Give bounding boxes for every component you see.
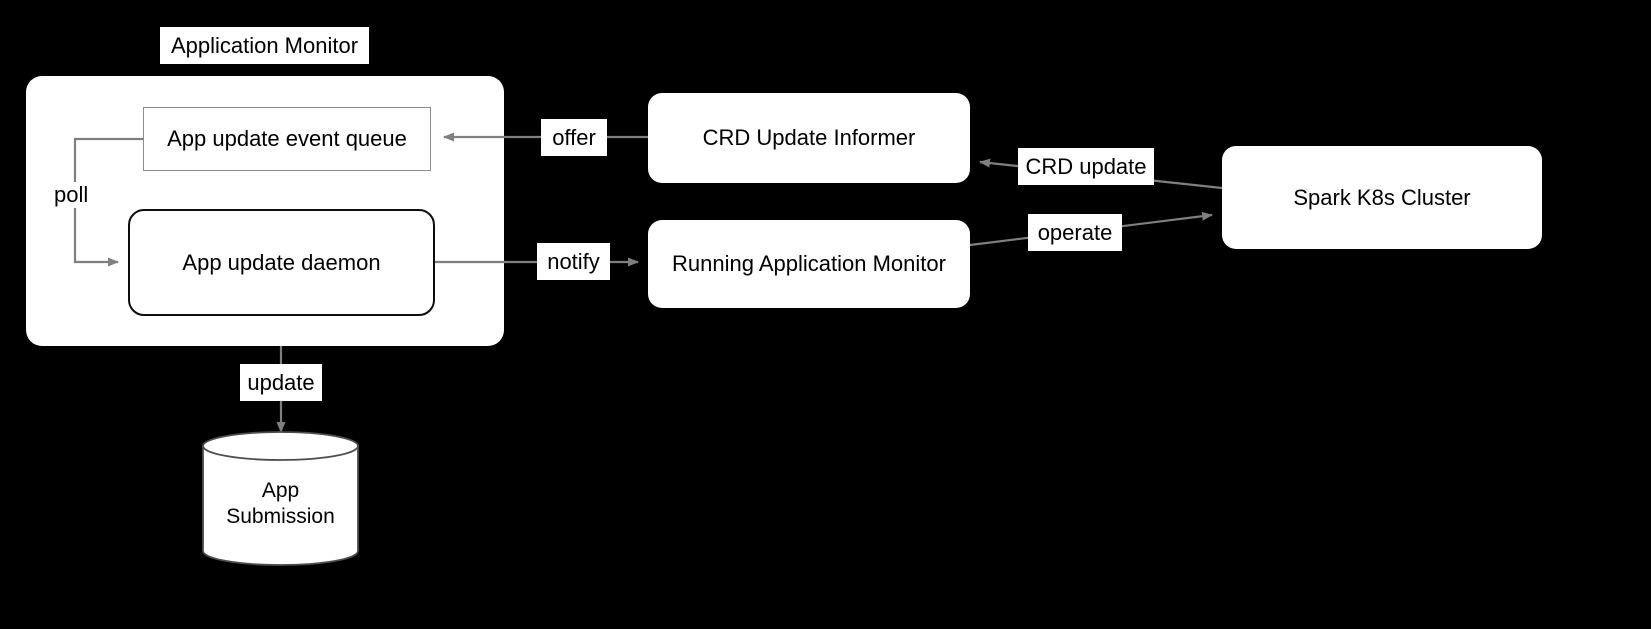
app-submission-label: App Submission <box>226 479 335 529</box>
diagram-canvas: App update event queue App update daemon… <box>0 0 1651 629</box>
app-update-event-queue-box[interactable]: App update event queue <box>143 107 431 171</box>
edge-label-update: update <box>240 364 322 401</box>
app-update-daemon-box[interactable]: App update daemon <box>128 209 435 316</box>
application-monitor-title: Application Monitor <box>160 27 369 64</box>
edge-label-offer: offer <box>541 119 607 156</box>
app-update-event-queue-label: App update event queue <box>167 126 407 152</box>
crd-update-informer-label: CRD Update Informer <box>702 125 916 151</box>
edge-label-crd-update: CRD update <box>1018 148 1154 185</box>
crd-update-informer-box[interactable]: CRD Update Informer <box>648 93 970 183</box>
running-application-monitor-label: Running Application Monitor <box>672 251 946 277</box>
app-update-daemon-label: App update daemon <box>182 249 381 275</box>
edge-label-operate: operate <box>1028 214 1122 251</box>
spark-k8s-cluster-box[interactable]: Spark K8s Cluster <box>1222 146 1542 249</box>
edge-label-notify: notify <box>537 243 610 280</box>
edge-label-poll: poll <box>52 182 91 208</box>
running-application-monitor-box[interactable]: Running Application Monitor <box>648 220 970 308</box>
spark-k8s-cluster-label: Spark K8s Cluster <box>1293 184 1471 210</box>
